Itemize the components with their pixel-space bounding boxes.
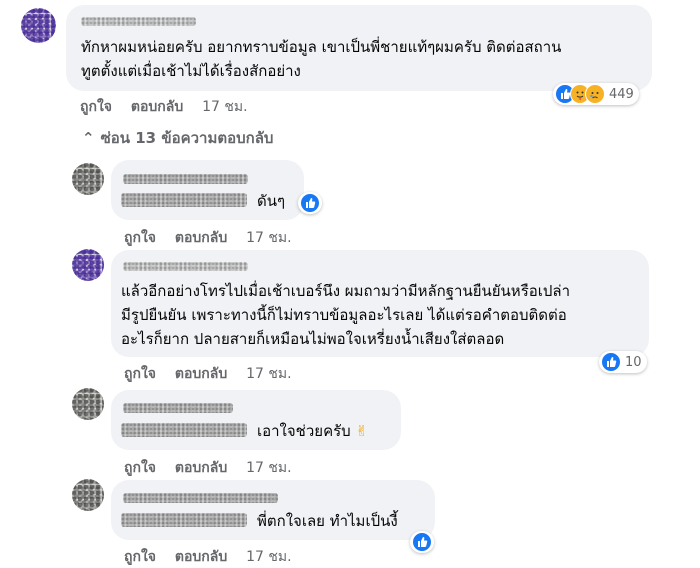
reply-3-actions: ถูกใจ ตอบกลับ 17 ชม.: [124, 457, 292, 479]
reply-4-avatar[interactable]: [72, 479, 104, 511]
like-icon: [601, 352, 621, 372]
reply-2-reactions[interactable]: 10: [599, 351, 647, 373]
reply-3-avatar[interactable]: [72, 388, 104, 420]
reply-2-text-line2: มีรูปยืนยัน เพราะทางนี้ก็ไม่ทราบข้อมูลอะ…: [121, 306, 567, 324]
reply-3-timestamp[interactable]: 17 ชม.: [246, 460, 291, 476]
reply-2-name-redacted[interactable]: [123, 262, 248, 271]
reply-3-bubble: เอาใจช่วยครับ ✌: [111, 390, 401, 450]
reply-1-timestamp[interactable]: 17 ชม.: [246, 230, 291, 246]
reply-3-name-redacted[interactable]: [123, 403, 233, 413]
reply-1-bubble: ดันๆ: [111, 160, 304, 220]
main-comment-reaction-count: 449: [609, 86, 634, 102]
main-commenter-name-redacted[interactable]: [81, 17, 196, 26]
reply-1-tag-redacted: [121, 193, 247, 207]
reply-2-actions: ถูกใจ ตอบกลับ 17 ชม.: [124, 363, 292, 385]
main-comment-bubble: ทักหาผมหน่อยครับ อยากทราบข้อมูล เขาเป็นพ…: [66, 5, 652, 91]
reply-2-bubble: แล้วอีกอย่างโทรไปเมื่อเช้าเบอร์นึง ผมถาม…: [111, 250, 649, 357]
reply-4-name-redacted[interactable]: [123, 493, 278, 503]
main-comment-text-line1: ทักหาผมหน่อยครับ อยากทราบข้อมูล เขาเป็นพ…: [81, 38, 562, 56]
reply-3-reply-button[interactable]: ตอบกลับ: [175, 460, 227, 476]
like-icon: [412, 532, 432, 552]
reply-3-text-label: เอาใจช่วยครับ: [257, 422, 351, 440]
main-comment-like-button[interactable]: ถูกใจ: [80, 99, 112, 115]
reply-2-reply-button[interactable]: ตอบกลับ: [175, 366, 227, 382]
reply-1-reply-button[interactable]: ตอบกลับ: [175, 230, 227, 246]
reply-3-text: เอาใจช่วยครับ ✌: [257, 419, 368, 443]
reply-4-tag-redacted: [121, 513, 247, 527]
reply-1-avatar[interactable]: [72, 163, 104, 195]
reply-1-actions: ถูกใจ ตอบกลับ 17 ชม.: [124, 227, 292, 249]
reply-4-text: พี่ตกใจเลย ทำไมเป็นงี้: [257, 512, 398, 530]
reply-1-name-redacted[interactable]: [123, 174, 248, 184]
reply-2-text-line1: แล้วอีกอย่างโทรไปเมื่อเช้าเบอร์นึง ผมถาม…: [121, 282, 571, 300]
main-comment-text-line2: ทูตตั้งแต่เมื่อเช้าไม่ได้เรื่องสักอย่าง: [81, 62, 301, 80]
main-comment-timestamp[interactable]: 17 ชม.: [202, 99, 247, 115]
chevron-up-icon: ⌃: [82, 129, 95, 147]
reply-1-text: ดันๆ: [257, 192, 286, 210]
reply-3-tag-redacted: [121, 423, 247, 437]
reply-2-timestamp[interactable]: 17 ชม.: [246, 366, 291, 382]
reply-2-reaction-count: 10: [625, 354, 642, 370]
main-commenter-avatar[interactable]: [21, 8, 56, 43]
main-comment-reactions[interactable]: 449: [553, 83, 639, 105]
reply-4-actions: ถูกใจ ตอบกลับ 17 ชม.: [124, 546, 292, 568]
reply-4-reactions[interactable]: [410, 531, 434, 553]
reply-2-text-line3: อะไรก็ยาก ปลายสายก็เหมือนไม่พอใจเหรี่ยงน…: [121, 330, 505, 348]
hide-replies-button[interactable]: ⌃ ซ่อน 13 ข้อความตอบกลับ: [82, 126, 273, 150]
reply-4-like-button[interactable]: ถูกใจ: [124, 549, 156, 565]
reply-4-reply-button[interactable]: ตอบกลับ: [175, 549, 227, 565]
hide-replies-label: ซ่อน 13 ข้อความตอบกลับ: [100, 129, 274, 147]
main-comment-actions: ถูกใจ ตอบกลับ 17 ชม.: [80, 96, 248, 118]
victory-hand-icon: ✌: [355, 422, 369, 440]
reply-4-timestamp[interactable]: 17 ชม.: [246, 549, 291, 565]
like-icon: [300, 193, 320, 213]
reply-1-reactions[interactable]: [298, 192, 322, 214]
reply-2-avatar[interactable]: [72, 249, 104, 281]
reply-1-like-button[interactable]: ถูกใจ: [124, 230, 156, 246]
reply-2-like-button[interactable]: ถูกใจ: [124, 366, 156, 382]
reply-4-bubble: พี่ตกใจเลย ทำไมเป็นงี้: [111, 480, 435, 540]
main-comment-reply-button[interactable]: ตอบกลับ: [131, 99, 183, 115]
reply-3-like-button[interactable]: ถูกใจ: [124, 460, 156, 476]
sad-icon: [585, 84, 605, 104]
